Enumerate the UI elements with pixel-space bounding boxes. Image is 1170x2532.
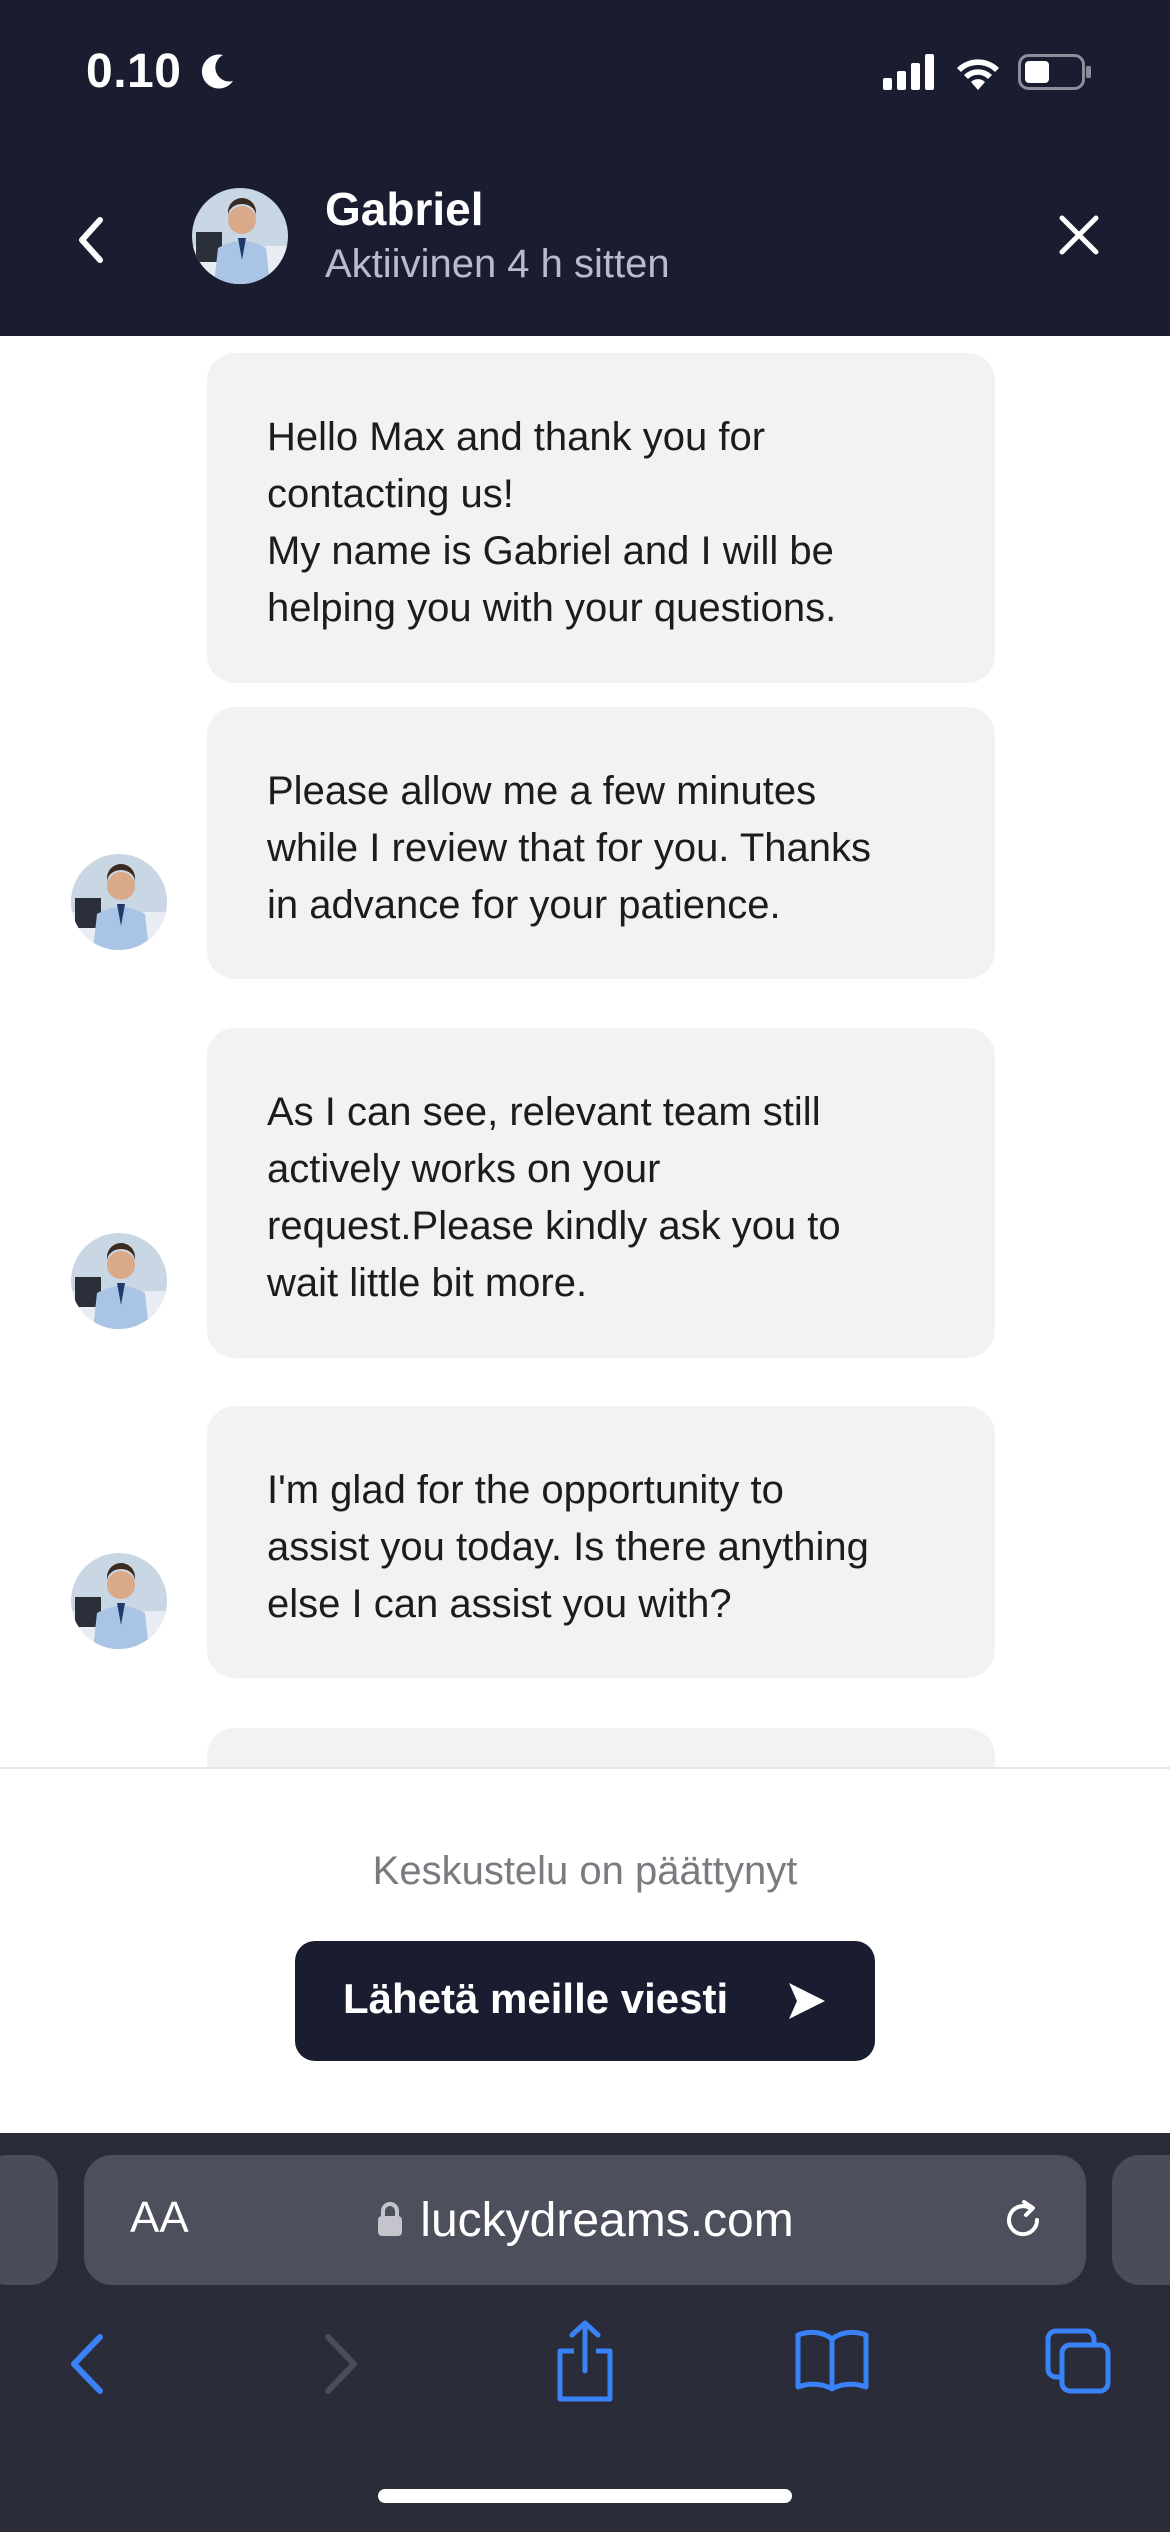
back-button[interactable]: [70, 210, 120, 270]
bookmarks-icon[interactable]: [794, 2327, 870, 2393]
share-icon[interactable]: [552, 2319, 618, 2403]
address-bar[interactable]: AA luckydreams.com: [84, 2155, 1086, 2285]
home-indicator[interactable]: [378, 2489, 792, 2503]
url-text: luckydreams.com: [420, 2194, 794, 2247]
chat-header: Gabriel Aktiivinen 4 h sitten: [0, 150, 1170, 336]
agent-avatar: [71, 1553, 167, 1649]
agent-avatar: [71, 854, 167, 950]
forward-icon[interactable]: [318, 2329, 362, 2399]
message-bubble: As I can see, relevant team still active…: [207, 1028, 995, 1358]
message-bubble: Hello Max and thank you for contacting u…: [207, 353, 995, 683]
send-button-label: Lähetä meille viesti: [343, 1975, 729, 2022]
message-bubble-partial: [207, 1728, 995, 1768]
agent-name: Gabriel: [325, 183, 484, 235]
url-display[interactable]: luckydreams.com: [84, 2193, 1086, 2248]
status-time: 0.10: [86, 44, 235, 99]
previous-tab-preview[interactable]: [0, 2155, 58, 2285]
send-icon: [789, 1983, 825, 2019]
browser-toolbar: AA luckydreams.com: [0, 2133, 1170, 2532]
lock-icon: [378, 2202, 403, 2237]
agent-avatar: [71, 1233, 167, 1329]
status-icons: [883, 54, 1092, 95]
message-bubble: I'm glad for the opportunity to assist y…: [207, 1406, 995, 1678]
back-icon[interactable]: [66, 2329, 110, 2399]
agent-avatar: [192, 188, 288, 284]
wifi-icon: [956, 59, 999, 90]
tabs-icon[interactable]: [1044, 2327, 1114, 2397]
next-tab-preview[interactable]: [1112, 2155, 1170, 2285]
chevron-left-icon: [79, 217, 103, 263]
signal-icon: [883, 54, 935, 90]
reload-icon[interactable]: [1000, 2197, 1046, 2243]
send-message-button[interactable]: Lähetä meille viesti: [295, 1941, 875, 2061]
close-icon: [1059, 215, 1099, 255]
message-list[interactable]: Hello Max and thank you for contacting u…: [0, 336, 1170, 1768]
moon-icon: [202, 54, 234, 89]
message-bubble: Please allow me a few minutes while I re…: [207, 707, 995, 979]
agent-status: Aktiivinen 4 h sitten: [325, 242, 670, 286]
battery-icon: [1018, 54, 1091, 90]
chat-footer: Keskustelu on päättynyt Lähetä meille vi…: [0, 1767, 1170, 2135]
conversation-ended-text: Keskustelu on päättynyt: [372, 1849, 798, 1893]
close-button[interactable]: [1054, 210, 1104, 260]
status-bar: 0.10: [0, 0, 1170, 150]
